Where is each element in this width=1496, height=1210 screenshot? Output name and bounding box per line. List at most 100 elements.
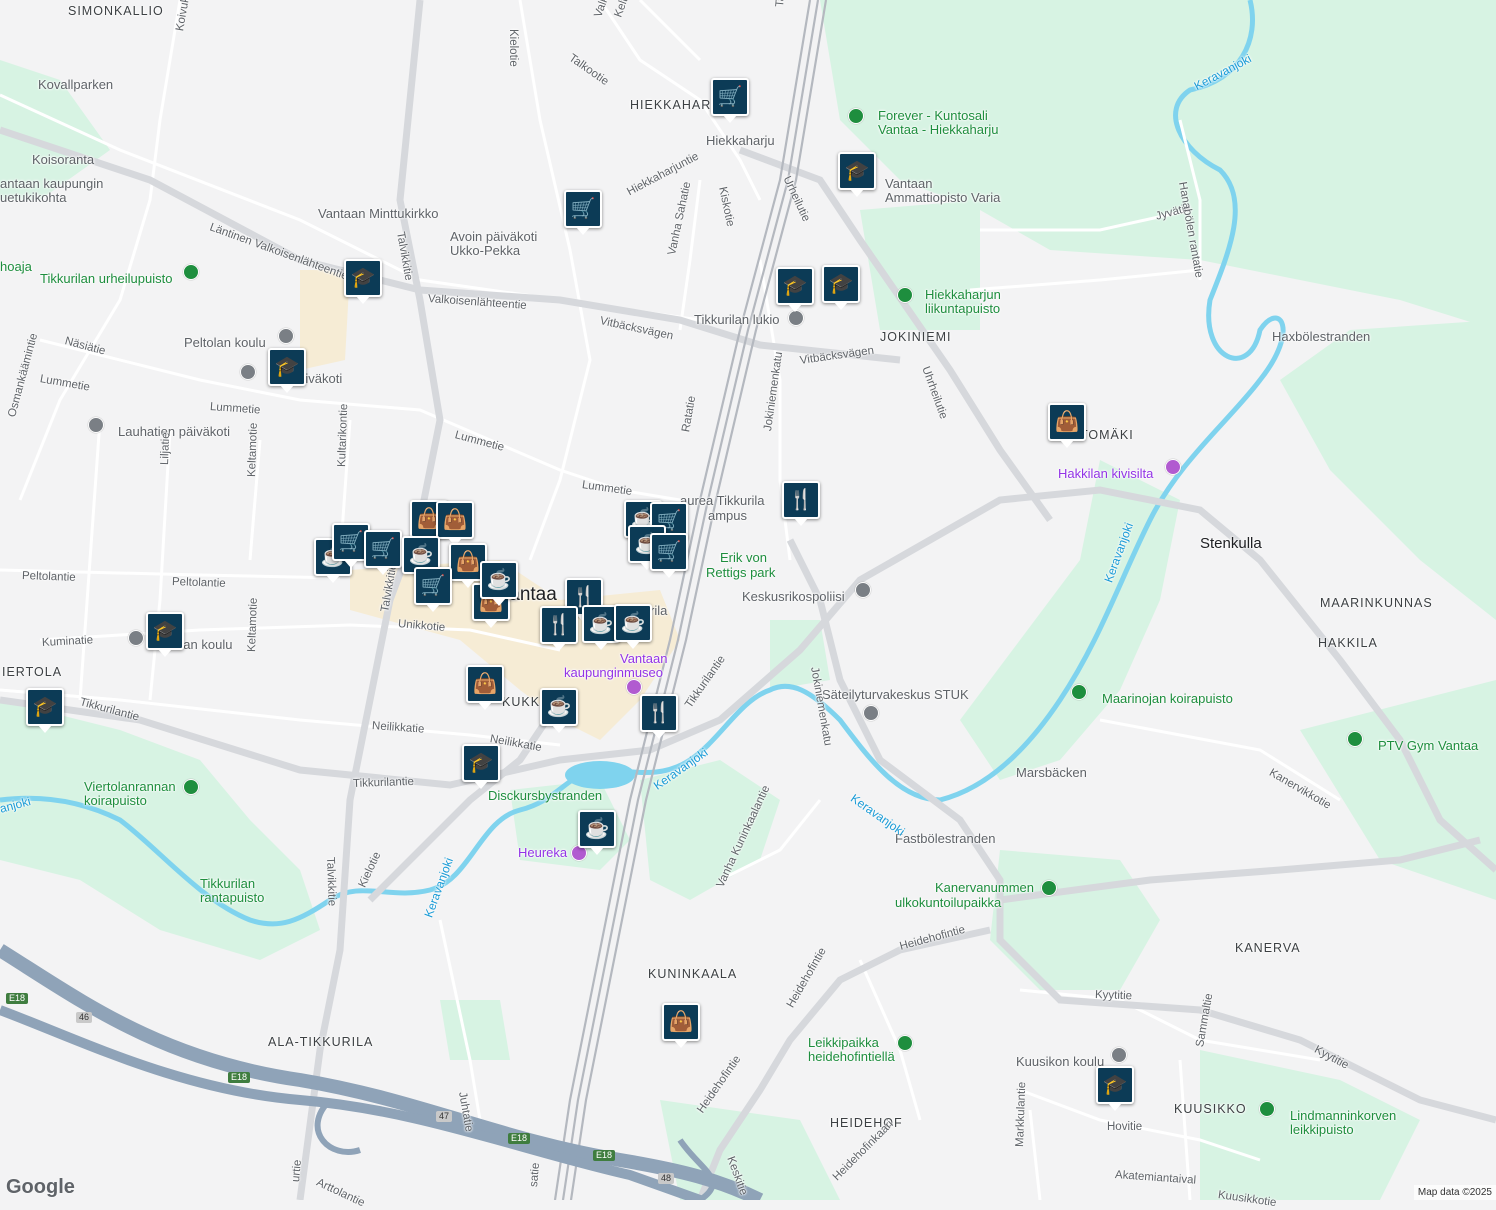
poi-icon[interactable] [183,779,199,795]
map-label[interactable]: Tikkurilan urheilupuisto [40,272,172,286]
map-label[interactable]: Ammattiopisto Varia [885,191,1000,205]
map-label[interactable]: TOMÄKI [1080,428,1134,442]
map-label[interactable]: Peltolantie [172,575,226,591]
map-label[interactable]: uetukikohta [0,191,67,205]
poi-icon[interactable] [278,328,294,344]
map-label[interactable]: Keltamotie [245,422,261,477]
poi-icon[interactable] [855,582,871,598]
poi-icon[interactable] [788,310,804,326]
map-label[interactable]: Haxbölestranden [1272,330,1370,344]
map-label[interactable]: Leikkipaikka [808,1036,879,1050]
poi-icon[interactable] [897,287,913,303]
coffee-icon[interactable]: ☕ [578,810,616,855]
poi-icon[interactable] [183,264,199,280]
poi-icon[interactable] [240,364,256,380]
map-label[interactable]: aurea Tikkurila [680,494,765,508]
map-label[interactable]: leikkipuisto [1290,1123,1354,1137]
map-label[interactable]: Viertolanrannan [84,780,176,794]
map-label[interactable]: antaan kaupungin [0,177,103,191]
map-label[interactable]: Ukko-Pekka [450,244,520,258]
shopping-cart-icon[interactable]: 🛒 [650,533,688,578]
map-label[interactable]: KUNINKAALA [648,967,737,981]
restaurant-icon[interactable]: 🍴 [540,606,578,651]
school-icon[interactable]: 🎓 [268,348,306,393]
poi-icon[interactable] [1165,459,1181,475]
map-label[interactable]: Hakkilan kivisilta [1058,467,1153,481]
map-label[interactable]: JOKINIEMI [880,330,952,344]
map-label[interactable]: Tarhi [773,0,789,8]
map-label[interactable]: Hiekkaharju [706,134,775,148]
map-label[interactable]: Disckursbystranden [488,789,602,803]
shopping-bag-icon[interactable]: 👜 [436,501,474,546]
map-label[interactable]: Markkulantie [1013,1082,1029,1148]
map-label[interactable]: urtie [289,1159,305,1183]
map-label[interactable]: Marsbäcken [1016,766,1087,780]
map-label[interactable]: Koisoranta [32,153,94,167]
coffee-icon[interactable]: ☕ [480,561,518,606]
restaurant-icon[interactable]: 🍴 [782,481,820,526]
restaurant-icon[interactable]: 🍴 [640,694,678,739]
map-label[interactable]: Stenkulla [1200,536,1262,551]
map-label[interactable]: Peltolantie [22,569,76,585]
poi-icon[interactable] [1071,684,1087,700]
school-icon[interactable]: 🎓 [344,259,382,304]
map-label[interactable]: PTV Gym Vantaa [1378,739,1478,753]
map-label[interactable]: ampus [708,509,747,523]
map-label[interactable]: heidehofintiellä [808,1050,895,1064]
map-label[interactable]: Vantaa - Hiekkaharju [878,123,998,137]
poi-icon[interactable] [626,679,642,695]
poi-icon[interactable] [1347,731,1363,747]
map-label[interactable]: Kanervanummen [935,881,1034,895]
map-label[interactable]: Peltolan koulu [184,336,266,350]
map-label[interactable]: Kovallparken [38,78,113,92]
map-label[interactable]: Kultarikontie [335,403,351,468]
school-icon[interactable]: 🎓 [838,152,876,197]
map-label[interactable]: Liljatie [158,432,173,465]
map-attribution[interactable]: Map data ©2025 [1413,1185,1496,1200]
map-label[interactable]: Tikkurilan lukio [694,313,780,327]
map-label[interactable]: ulkokuntoilupaikka [895,896,1001,910]
map-label[interactable]: Lindmanninkorven [1290,1109,1396,1123]
map-label[interactable]: Vantaan [620,652,667,666]
map-label[interactable]: Vantaan Minttukirkko [318,207,438,221]
map-label[interactable]: Heureka [518,846,567,860]
map-label[interactable]: MAARINKUNNAS [1320,596,1433,610]
map-label[interactable]: Erik von [720,551,767,565]
shopping-cart-icon[interactable]: 🛒 [364,530,402,575]
map-label[interactable]: kaupunginmuseo [564,666,663,680]
shopping-cart-icon[interactable]: 🛒 [711,78,749,123]
poi-icon[interactable] [897,1035,913,1051]
map-label[interactable]: Tikkurilan [200,877,255,891]
poi-icon[interactable] [1111,1047,1127,1063]
map-label[interactable]: koirapuisto [84,794,147,808]
school-icon[interactable]: 🎓 [1096,1066,1134,1111]
poi-icon[interactable] [128,630,144,646]
map-label[interactable]: Hiekkaharjun [925,288,1001,302]
map-label[interactable]: IERTOLA [2,665,62,679]
school-icon[interactable]: 🎓 [776,267,814,312]
poi-icon[interactable] [1041,880,1057,896]
map-label[interactable]: liikuntapuisto [925,302,1000,316]
shopping-cart-icon[interactable]: 🛒 [414,567,452,612]
map-label[interactable]: satie [527,1162,543,1187]
coffee-icon[interactable]: ☕ [540,688,578,733]
map-label[interactable]: Avoin päiväkoti [450,230,537,244]
map-label[interactable]: KUUSIKKO [1174,1102,1247,1116]
map-label[interactable]: Vantaan [885,177,932,191]
map-label[interactable]: Talvikkitie [323,857,339,907]
map-label[interactable]: SIMONKALLIO [68,4,164,18]
map-label[interactable]: hoaja [0,260,32,274]
map-label[interactable]: rantapuisto [200,891,264,905]
shopping-bag-icon[interactable]: 👜 [466,665,504,710]
shopping-cart-icon[interactable]: 🛒 [564,190,602,235]
map-label[interactable]: Kyytitie [1095,988,1133,1003]
shopping-bag-icon[interactable]: 👜 [1048,403,1086,448]
map-label[interactable]: Säteilyturvakeskus STUK [822,688,969,702]
map-label[interactable]: Keltamotie [245,597,261,652]
map-label[interactable]: Rettigs park [706,566,775,580]
poi-icon[interactable] [863,705,879,721]
poi-icon[interactable] [848,108,864,124]
map-label[interactable]: ALA-TIKKURILA [268,1035,373,1049]
poi-icon[interactable] [1259,1101,1275,1117]
school-icon[interactable]: 🎓 [26,688,64,733]
